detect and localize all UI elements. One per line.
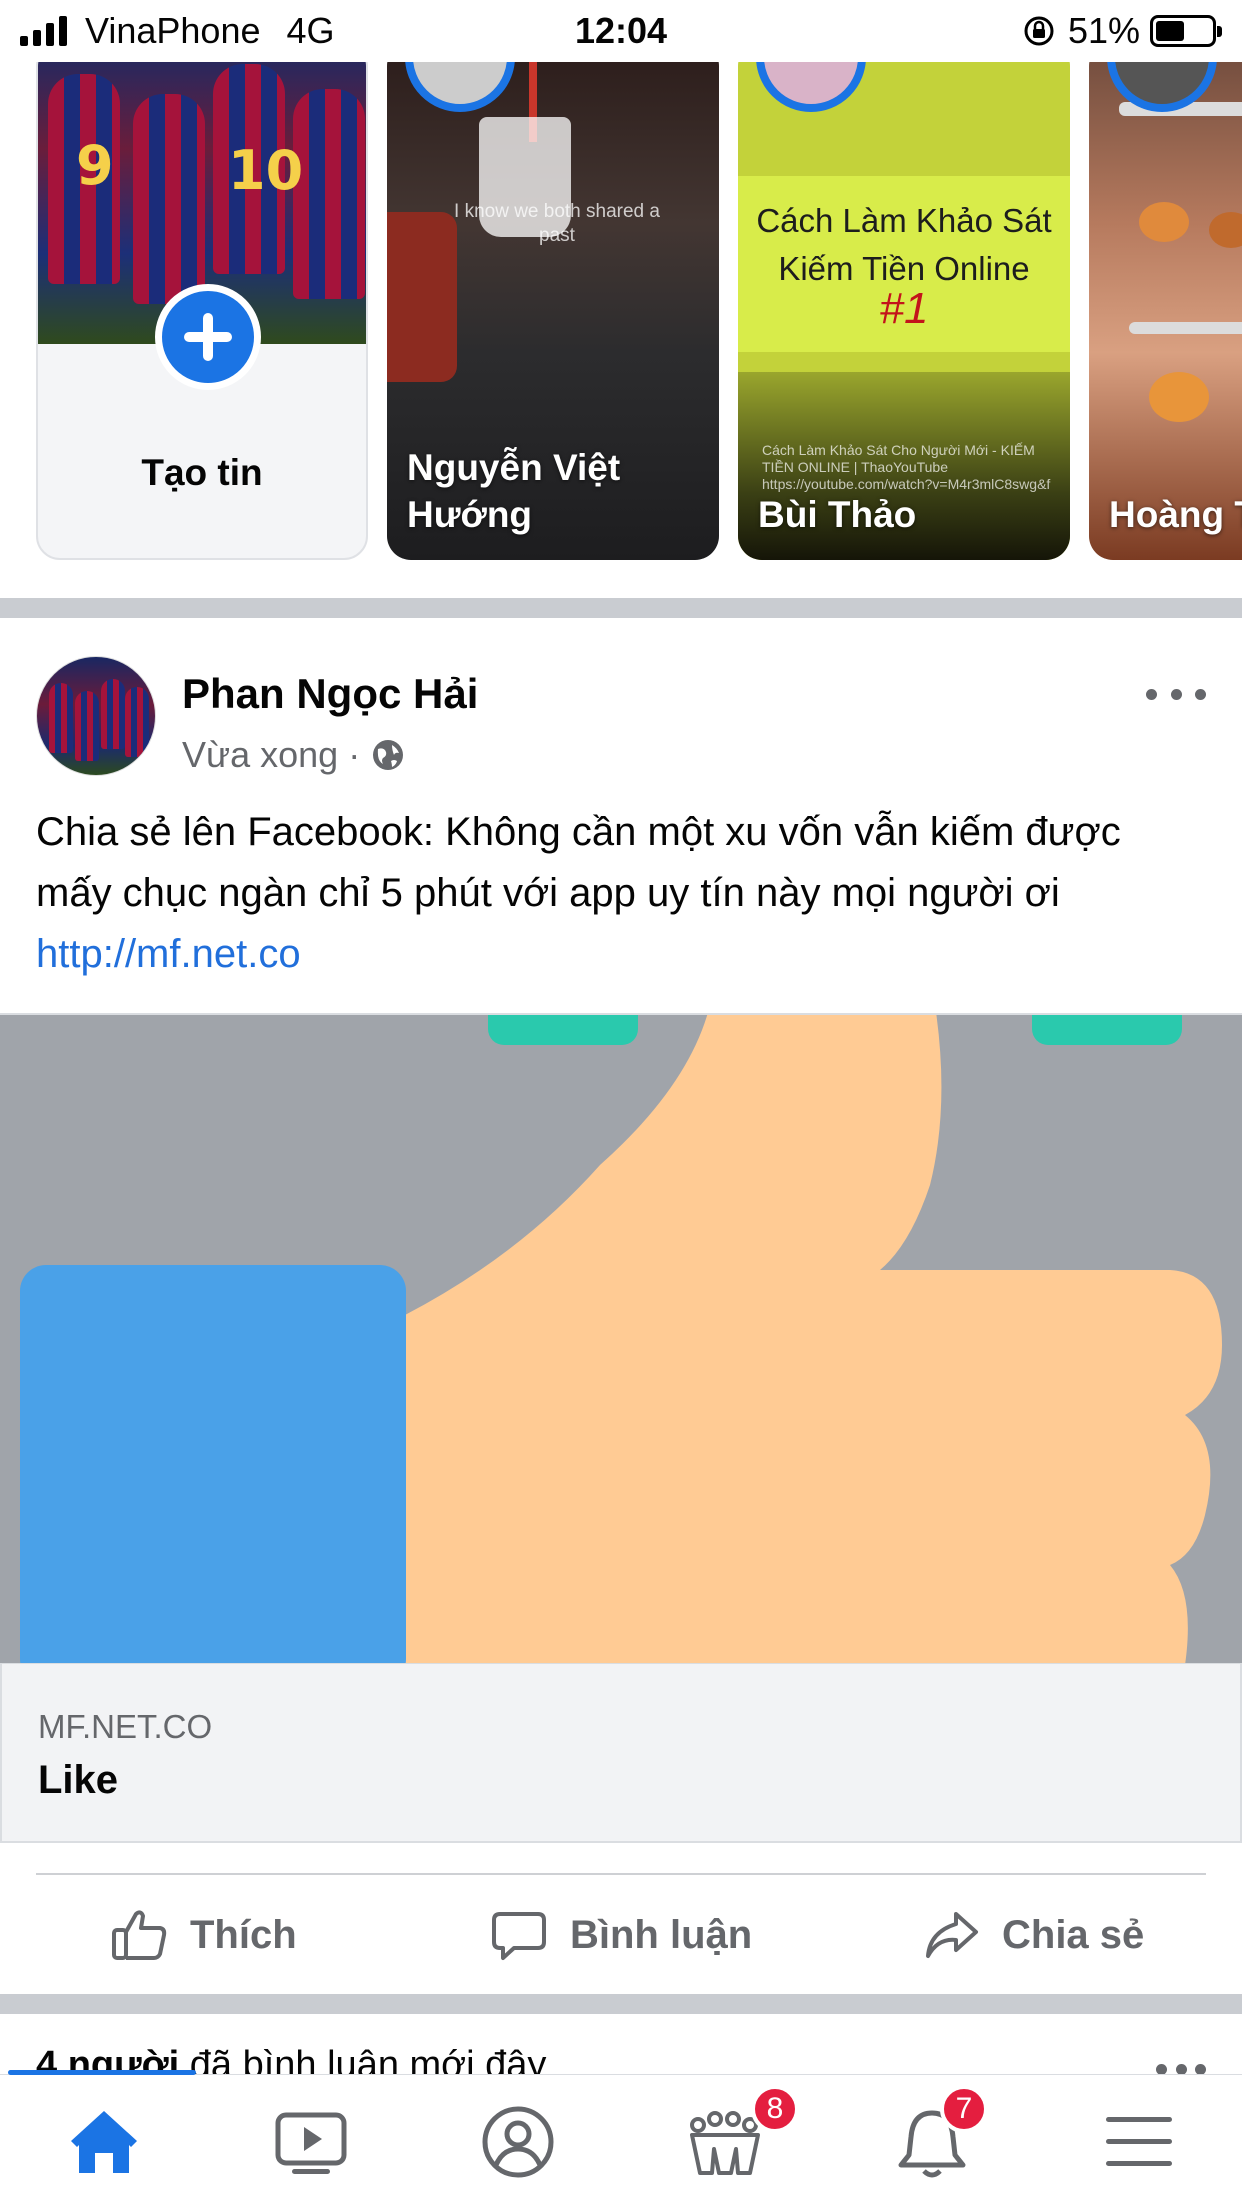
battery-percent: 51% [1067,10,1140,51]
menu-icon [1105,2117,1172,2166]
post-header: Phan Ngọc Hải Vừa xong · [36,656,1206,776]
link-preview-info[interactable]: MF.NET.CO Like [0,1663,1242,1843]
create-story-label: Tạo tin [141,452,263,493]
post-link[interactable]: http://mf.net.co [36,932,301,976]
create-story-card[interactable]: 9 10 Tạo tin [36,62,368,560]
post-more-button[interactable] [1146,674,1206,714]
notifications-badge: 7 [940,2085,988,2133]
share-label: Chia sẻ [1002,1912,1145,1957]
tab-notifications[interactable]: 7 [828,2075,1035,2208]
battery-fill [1156,21,1184,41]
jersey-number: 10 [228,139,304,202]
status-right: 51% [1022,10,1222,52]
tab-profile[interactable] [414,2075,621,2208]
story-title: Cách Làm Khảo Sát Kiếm Tiền Online [756,202,1052,287]
story-card[interactable]: Hoàng Tuân [1089,62,1242,560]
comment-icon [492,1912,546,1960]
bottom-tab-bar: 8 7 [0,2070,1242,2208]
section-divider [0,598,1242,618]
story-small-text: Cách Làm Khảo Sát Cho Người Mới - KIẾM T… [762,442,1051,492]
tab-home[interactable] [0,2075,207,2208]
home-icon [70,2111,137,2173]
groups-badge: 8 [751,2085,799,2133]
story-card[interactable]: I know we both shared a past Nguyễn Việt… [387,62,719,560]
post-meta: Vừa xong · [182,734,406,776]
comment-label: Bình luận [570,1912,753,1957]
share-button[interactable]: Chia sẻ [922,1875,1144,1995]
section-divider [0,1994,1242,2014]
status-bar: VinaPhone 4G 12:04 51% [0,0,1242,62]
rotation-lock-icon [1024,16,1054,46]
story-overlay-text: I know we both shared a past [454,201,660,246]
video-icon [275,2112,346,2174]
story-number: #1 [879,284,929,333]
story-avatar [756,62,866,112]
globe-icon [373,740,404,770]
like-label: Thích [190,1912,297,1957]
story-card[interactable]: Cách Làm Khảo Sát Kiếm Tiền Online #1 Cá… [738,62,1070,560]
profile-icon [482,2106,553,2178]
post-actions: Thích Bình luận Chia sẻ [0,1875,1242,1995]
post-author-name[interactable]: Phan Ngọc Hải [182,670,478,718]
tab-groups[interactable]: 8 [621,2075,828,2208]
story-avatar [405,62,515,112]
link-domain: MF.NET.CO [38,1708,213,1745]
comment-button[interactable]: Bình luận [490,1875,752,1995]
jersey-number: 9 [76,134,114,197]
tab-menu[interactable] [1035,2075,1242,2208]
stories-tray[interactable]: 9 10 Tạo tin I know we both shared a pas… [0,62,1242,562]
post-body: Chia sẻ lên Facebook: Không cần một xu v… [36,802,1206,985]
share-icon [926,1912,978,1958]
story-author-name: Hoàng Tuân [1109,494,1242,535]
battery-icon [1150,15,1222,47]
post-time[interactable]: Vừa xong [182,734,338,776]
post-text: Chia sẻ lên Facebook: Không cần một xu v… [36,810,1121,915]
link-preview-image[interactable] [0,1013,1242,1663]
thumbs-up-icon [0,1015,1242,1663]
thumbs-up-icon [112,1910,167,1960]
author-avatar[interactable] [36,656,156,776]
link-title: Like [38,1758,119,1802]
story-author-name: Bùi Thảo [758,494,917,535]
meta-separator: · [348,734,361,775]
add-story-button[interactable] [155,284,261,390]
story-author-name: Nguyễn Việt Hướng [407,447,621,535]
like-button[interactable]: Thích [110,1875,297,1995]
plus-icon [184,313,232,361]
tab-watch[interactable] [207,2075,414,2208]
